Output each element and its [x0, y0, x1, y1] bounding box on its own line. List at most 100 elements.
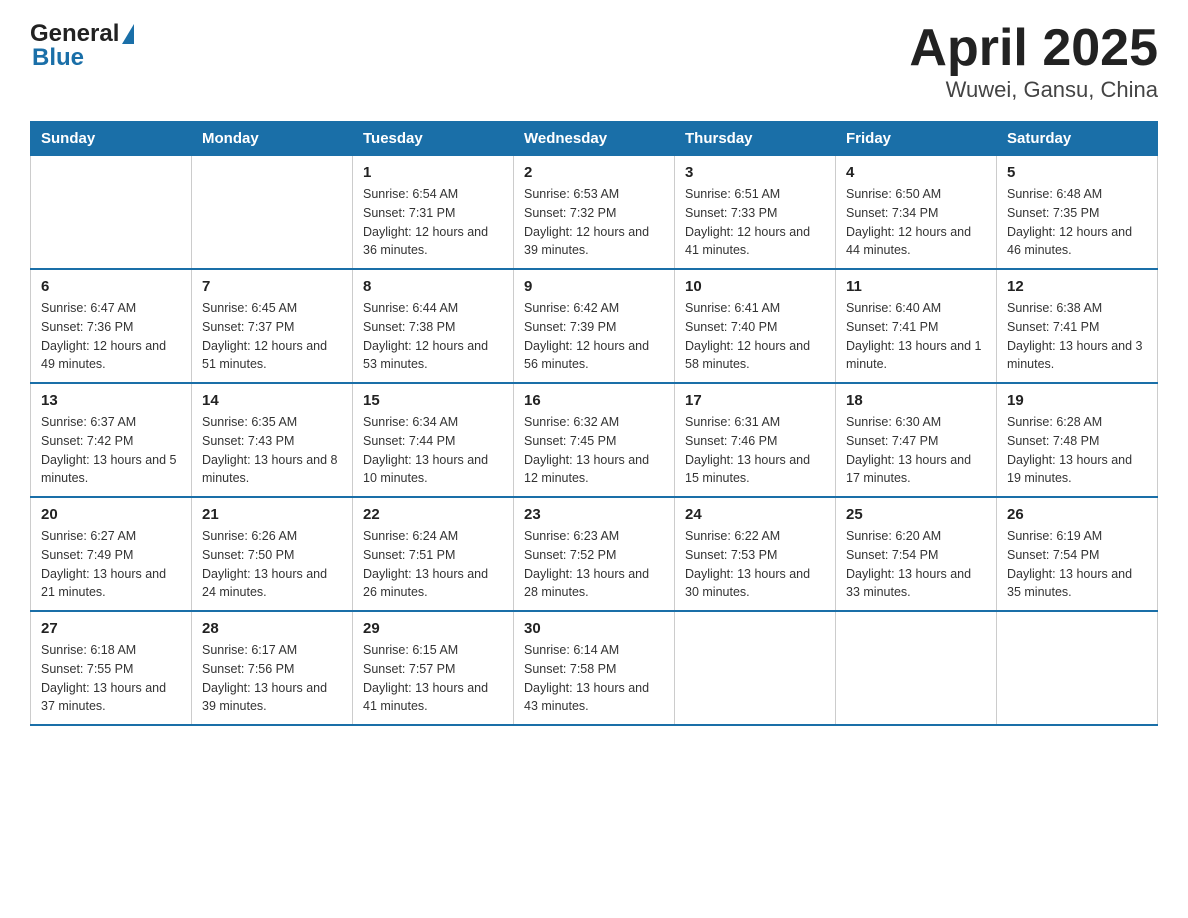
- calendar-table: SundayMondayTuesdayWednesdayThursdayFrid…: [30, 121, 1158, 726]
- column-header-wednesday: Wednesday: [514, 122, 675, 156]
- day-number: 24: [685, 506, 825, 523]
- day-info: Sunrise: 6:26 AMSunset: 7:50 PMDaylight:…: [202, 527, 342, 602]
- page-header: General Blue April 2025 Wuwei, Gansu, Ch…: [30, 20, 1158, 103]
- calendar-cell: 24Sunrise: 6:22 AMSunset: 7:53 PMDayligh…: [675, 497, 836, 611]
- day-number: 6: [41, 278, 181, 295]
- calendar-cell: 6 Sunrise: 6:47 AMSunset: 7:36 PMDaylight…: [31, 269, 192, 383]
- day-number: 17: [685, 392, 825, 409]
- calendar-cell: 13 Sunrise: 6:37 AMSunset: 7:42 PMDayligh…: [31, 383, 192, 497]
- day-info: Sunrise: 6:54 AMSunset: 7:31 PMDaylight:…: [363, 185, 503, 260]
- calendar-cell: 27 Sunrise: 6:18 AMSunset: 7:55 PMDayligh…: [31, 611, 192, 725]
- day-info: Sunrise: 6:28 AMSunset: 7:48 PMDaylight:…: [1007, 413, 1147, 488]
- day-info: Sunrise: 6:15 AMSunset: 7:57 PMDaylight:…: [363, 641, 503, 716]
- day-number: 5: [1007, 164, 1147, 181]
- calendar-cell: 18 Sunrise: 6:30 AMSunset: 7:47 PMDayligh…: [836, 383, 997, 497]
- day-info: Sunrise: 6:47 AMSunset: 7:36 PMDaylight:…: [41, 299, 181, 374]
- calendar-cell: 20 Sunrise: 6:27 AMSunset: 7:49 PMDayligh…: [31, 497, 192, 611]
- calendar-cell: 7 Sunrise: 6:45 AMSunset: 7:37 PMDaylight…: [192, 269, 353, 383]
- logo-blue-text: Blue: [32, 44, 84, 72]
- column-header-monday: Monday: [192, 122, 353, 156]
- day-number: 8: [363, 278, 503, 295]
- day-number: 1: [363, 164, 503, 181]
- column-header-tuesday: Tuesday: [353, 122, 514, 156]
- calendar-week-row: 27 Sunrise: 6:18 AMSunset: 7:55 PMDayligh…: [31, 611, 1158, 725]
- day-info: Sunrise: 6:51 AMSunset: 7:33 PMDaylight:…: [685, 185, 825, 260]
- logo: General Blue: [30, 20, 134, 72]
- day-number: 4: [846, 164, 986, 181]
- column-header-friday: Friday: [836, 122, 997, 156]
- day-info: Sunrise: 6:20 AMSunset: 7:54 PMDaylight:…: [846, 527, 986, 602]
- column-header-saturday: Saturday: [997, 122, 1158, 156]
- day-number: 29: [363, 620, 503, 637]
- calendar-cell: [31, 156, 192, 270]
- calendar-cell: [192, 156, 353, 270]
- calendar-cell: [675, 611, 836, 725]
- day-number: 25: [846, 506, 986, 523]
- day-info: Sunrise: 6:18 AMSunset: 7:55 PMDaylight:…: [41, 641, 181, 716]
- day-info: Sunrise: 6:35 AMSunset: 7:43 PMDaylight:…: [202, 413, 342, 488]
- day-info: Sunrise: 6:30 AMSunset: 7:47 PMDaylight:…: [846, 413, 986, 488]
- day-number: 22: [363, 506, 503, 523]
- calendar-cell: 3 Sunrise: 6:51 AMSunset: 7:33 PMDaylight…: [675, 156, 836, 270]
- calendar-cell: 21 Sunrise: 6:26 AMSunset: 7:50 PMDayligh…: [192, 497, 353, 611]
- column-header-thursday: Thursday: [675, 122, 836, 156]
- day-number: 7: [202, 278, 342, 295]
- calendar-cell: 4 Sunrise: 6:50 AMSunset: 7:34 PMDaylight…: [836, 156, 997, 270]
- calendar-cell: 11Sunrise: 6:40 AMSunset: 7:41 PMDayligh…: [836, 269, 997, 383]
- calendar-cell: 17 Sunrise: 6:31 AMSunset: 7:46 PMDayligh…: [675, 383, 836, 497]
- calendar-week-row: 20 Sunrise: 6:27 AMSunset: 7:49 PMDayligh…: [31, 497, 1158, 611]
- day-info: Sunrise: 6:17 AMSunset: 7:56 PMDaylight:…: [202, 641, 342, 716]
- calendar-cell: 14 Sunrise: 6:35 AMSunset: 7:43 PMDayligh…: [192, 383, 353, 497]
- day-info: Sunrise: 6:34 AMSunset: 7:44 PMDaylight:…: [363, 413, 503, 488]
- day-number: 28: [202, 620, 342, 637]
- day-info: Sunrise: 6:50 AMSunset: 7:34 PMDaylight:…: [846, 185, 986, 260]
- day-number: 30: [524, 620, 664, 637]
- day-info: Sunrise: 6:45 AMSunset: 7:37 PMDaylight:…: [202, 299, 342, 374]
- day-number: 3: [685, 164, 825, 181]
- day-info: Sunrise: 6:19 AMSunset: 7:54 PMDaylight:…: [1007, 527, 1147, 602]
- day-info: Sunrise: 6:32 AMSunset: 7:45 PMDaylight:…: [524, 413, 664, 488]
- title-block: April 2025 Wuwei, Gansu, China: [909, 20, 1158, 103]
- day-number: 27: [41, 620, 181, 637]
- calendar-cell: 25 Sunrise: 6:20 AMSunset: 7:54 PMDayligh…: [836, 497, 997, 611]
- calendar-cell: 15 Sunrise: 6:34 AMSunset: 7:44 PMDayligh…: [353, 383, 514, 497]
- day-info: Sunrise: 6:37 AMSunset: 7:42 PMDaylight:…: [41, 413, 181, 488]
- calendar-week-row: 1 Sunrise: 6:54 AMSunset: 7:31 PMDaylight…: [31, 156, 1158, 270]
- calendar-cell: 8 Sunrise: 6:44 AMSunset: 7:38 PMDaylight…: [353, 269, 514, 383]
- day-number: 21: [202, 506, 342, 523]
- calendar-title: April 2025: [909, 20, 1158, 77]
- day-number: 13: [41, 392, 181, 409]
- calendar-cell: 26Sunrise: 6:19 AMSunset: 7:54 PMDayligh…: [997, 497, 1158, 611]
- calendar-cell: 1 Sunrise: 6:54 AMSunset: 7:31 PMDaylight…: [353, 156, 514, 270]
- day-info: Sunrise: 6:48 AMSunset: 7:35 PMDaylight:…: [1007, 185, 1147, 260]
- day-number: 20: [41, 506, 181, 523]
- day-info: Sunrise: 6:38 AMSunset: 7:41 PMDaylight:…: [1007, 299, 1147, 374]
- day-number: 19: [1007, 392, 1147, 409]
- day-number: 2: [524, 164, 664, 181]
- day-info: Sunrise: 6:23 AMSunset: 7:52 PMDaylight:…: [524, 527, 664, 602]
- day-number: 23: [524, 506, 664, 523]
- day-info: Sunrise: 6:44 AMSunset: 7:38 PMDaylight:…: [363, 299, 503, 374]
- calendar-cell: 2Sunrise: 6:53 AMSunset: 7:32 PMDaylight…: [514, 156, 675, 270]
- calendar-cell: 5 Sunrise: 6:48 AMSunset: 7:35 PMDaylight…: [997, 156, 1158, 270]
- day-number: 15: [363, 392, 503, 409]
- calendar-cell: 19 Sunrise: 6:28 AMSunset: 7:48 PMDayligh…: [997, 383, 1158, 497]
- calendar-cell: 22Sunrise: 6:24 AMSunset: 7:51 PMDayligh…: [353, 497, 514, 611]
- day-number: 10: [685, 278, 825, 295]
- day-info: Sunrise: 6:31 AMSunset: 7:46 PMDaylight:…: [685, 413, 825, 488]
- calendar-cell: [997, 611, 1158, 725]
- calendar-header-row: SundayMondayTuesdayWednesdayThursdayFrid…: [31, 122, 1158, 156]
- day-info: Sunrise: 6:27 AMSunset: 7:49 PMDaylight:…: [41, 527, 181, 602]
- day-info: Sunrise: 6:42 AMSunset: 7:39 PMDaylight:…: [524, 299, 664, 374]
- day-info: Sunrise: 6:14 AMSunset: 7:58 PMDaylight:…: [524, 641, 664, 716]
- day-number: 11: [846, 278, 986, 295]
- day-number: 14: [202, 392, 342, 409]
- calendar-cell: 9Sunrise: 6:42 AMSunset: 7:39 PMDaylight…: [514, 269, 675, 383]
- day-number: 18: [846, 392, 986, 409]
- calendar-cell: 23 Sunrise: 6:23 AMSunset: 7:52 PMDayligh…: [514, 497, 675, 611]
- calendar-cell: 12 Sunrise: 6:38 AMSunset: 7:41 PMDayligh…: [997, 269, 1158, 383]
- calendar-week-row: 13 Sunrise: 6:37 AMSunset: 7:42 PMDayligh…: [31, 383, 1158, 497]
- calendar-cell: 29 Sunrise: 6:15 AMSunset: 7:57 PMDayligh…: [353, 611, 514, 725]
- calendar-cell: 30 Sunrise: 6:14 AMSunset: 7:58 PMDayligh…: [514, 611, 675, 725]
- day-number: 12: [1007, 278, 1147, 295]
